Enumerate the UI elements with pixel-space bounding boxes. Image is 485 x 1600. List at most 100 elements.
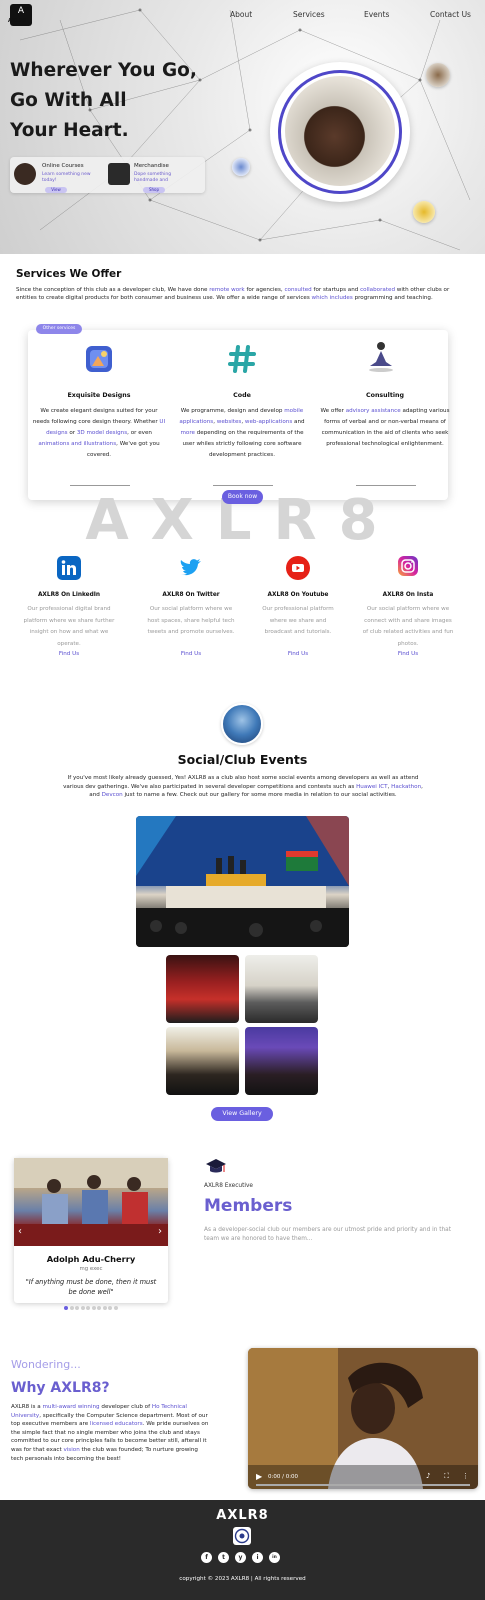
text: for startups and [311,287,361,293]
highlight-link[interactable]: which includes [312,295,353,301]
more-options-icon[interactable]: ⋮ [462,1472,469,1480]
carousel-dot[interactable] [113,1306,118,1310]
text: AXLR8 is a [11,1404,43,1410]
linkedin-find-us-link[interactable]: Find Us [14,651,124,657]
youtube-glyph [292,564,304,572]
text: Since the conception of this club as a d… [16,287,210,293]
play-icon[interactable]: ▶ [256,1472,262,1481]
carousel-next-icon[interactable]: › [158,1226,162,1237]
highlight-link[interactable]: 3D model designs [77,430,127,436]
hero-title-line: Wherever You Go, [10,60,197,81]
service-text-consulting: We offer advisory assistance adapting va… [318,406,452,450]
hero-title: Wherever You Go, Go With All Your Heart. [10,56,220,146]
highlight-link[interactable]: collaborated [360,287,395,293]
service-name-designs: Exquisite Designs [67,392,131,399]
highlight-link[interactable]: web-applications [245,419,292,425]
online-courses-subtitle: Learn something new today! [42,172,91,183]
carousel-dot[interactable] [75,1306,79,1310]
members-title: Members [204,1196,293,1216]
carousel-dot[interactable] [69,1306,74,1310]
twitter-find-us-link[interactable]: Find Us [136,651,246,657]
carousel-dot[interactable] [97,1306,101,1310]
hero-title-line: Go With All [10,90,127,111]
linkedin-block [14,556,124,580]
highlight-link[interactable]: consulted [284,287,311,293]
text: for agencies, [244,287,285,293]
services-description: Since the conception of this club as a d… [16,286,456,302]
linkedin-title: AXLR8 On LinkedIn [37,592,101,598]
event-main-photo[interactable] [136,816,349,947]
highlight-link[interactable]: Huawei ICT [356,784,388,790]
university-badge-icon [233,1527,251,1545]
highlight-link[interactable]: vision [63,1447,79,1453]
video-progress-track[interactable] [256,1484,470,1486]
carousel-dot[interactable] [86,1306,90,1310]
volume-icon[interactable]: ♪ [426,1472,430,1480]
member-name: Adolph Adu-Cherry [46,1254,136,1264]
linkedin-glyph [61,560,76,575]
carousel-dot[interactable] [64,1306,68,1310]
linkedin-text: Our professional digital brand platform … [23,606,115,647]
view-gallery-button[interactable]: View Gallery [211,1107,273,1121]
video-time: 0:00 / 0:00 [268,1474,299,1480]
youtube-find-us-link[interactable]: Find Us [243,651,353,657]
online-courses-title: Online Courses [42,163,84,169]
why-pretitle: Wondering... [11,1358,81,1371]
instagram-icon[interactable] [398,556,418,576]
merchandise-title: Merchandise [134,163,169,169]
event-gallery-thumb[interactable] [245,1027,318,1095]
highlight-link[interactable]: more [180,430,195,436]
member-quote: "If anything must be done, then it must … [25,1278,157,1296]
floating-icon [232,158,250,176]
event-gallery-thumb[interactable] [166,955,239,1023]
highlight-link[interactable]: licensed educators [90,1421,143,1427]
divider [70,485,130,486]
linkedin-footer-icon[interactable]: in [269,1552,280,1563]
members-exec-label: AXLR8 Executive [204,1183,253,1189]
member-role: mg exec [79,1266,103,1272]
highlight-link[interactable]: Devcon [102,792,123,798]
carousel-dot[interactable] [91,1306,96,1310]
highlight-link[interactable]: advisory assistance [346,408,401,414]
facebook-icon[interactable]: f [201,1552,212,1563]
carousel-dot[interactable] [108,1306,112,1310]
highlight-link[interactable]: animations and illustrations [38,441,116,447]
text: just to name a few. Check out our galler… [122,792,397,798]
highlight-link[interactable]: Hackathon [391,784,421,790]
nav-services[interactable]: Services [293,10,325,19]
nav-contact-us[interactable]: Contact Us [430,10,471,19]
carousel-dot[interactable] [80,1306,85,1310]
services-title: Services We Offer [16,268,122,280]
youtube-block [243,556,353,580]
nav-about[interactable]: About [230,10,252,19]
linkedin-icon[interactable] [57,556,81,580]
event-gallery-thumb[interactable] [245,955,318,1023]
youtube-icon[interactable] [286,556,310,580]
merchandise-subtitle: Dope something handmade and [134,172,172,183]
twitter-icon[interactable] [179,556,203,580]
highlight-link[interactable]: multi-award winning [42,1404,99,1410]
other-services-pill[interactable]: Other services [36,324,82,334]
members-description: As a developer-social club our members a… [204,1227,451,1242]
instagram-find-us-link[interactable]: Find Us [353,651,463,657]
why-title: Why AXLR8? [11,1380,110,1396]
instagram-footer-icon[interactable]: i [252,1552,263,1563]
hero-title-line: Your Heart. [10,120,129,141]
highlight-link[interactable]: websites [217,419,242,425]
fullscreen-icon[interactable]: ⛶ [444,1472,449,1481]
video-frame-scene [248,1348,478,1489]
instagram-glyph [401,559,415,573]
merchandise-shop-button[interactable]: Shop [143,187,165,193]
twitter-footer-icon[interactable]: t [218,1552,229,1563]
book-now-button[interactable]: Book now [222,490,263,504]
event-gallery-thumb[interactable] [166,1027,239,1095]
nav-events[interactable]: Events [364,10,389,19]
carousel-dot[interactable] [102,1306,107,1310]
online-courses-view-button[interactable]: View [45,187,67,193]
text: and [292,419,305,425]
carousel-prev-icon[interactable]: ‹ [18,1226,22,1237]
highlight-link[interactable]: remote work [209,287,244,293]
logo-text[interactable]: AXLR8 [8,18,26,24]
youtube-footer-icon[interactable]: y [235,1552,246,1563]
promo-video[interactable]: ▶ 0:00 / 0:00 ♪ ⛶ ⋮ [248,1348,478,1489]
